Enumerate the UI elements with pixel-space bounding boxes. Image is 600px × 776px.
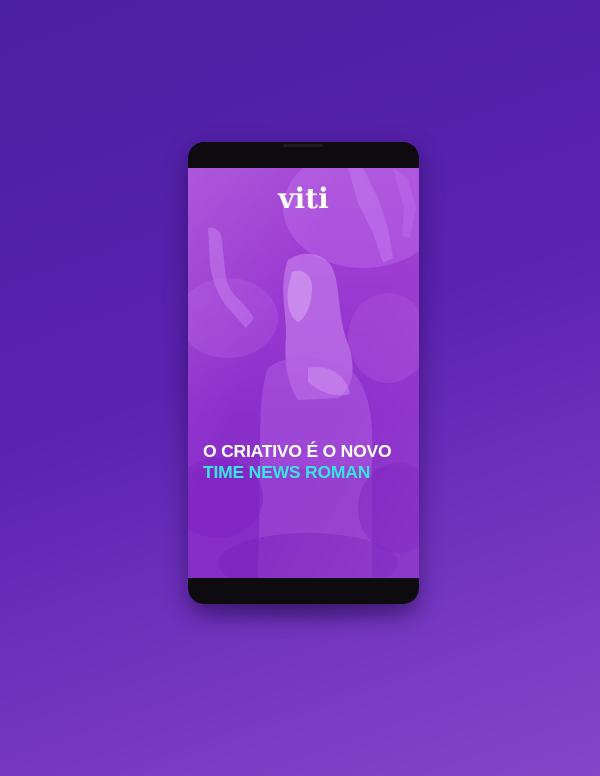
phone-speaker [283,144,323,147]
concert-crowd-photo [188,168,419,578]
splash-headline: O CRIATIVO É O NOVO TIME NEWS ROMAN [203,441,408,483]
phone-mockup: viti O CRIATIVO É O NOVO TIME NEWS ROMAN [188,142,419,604]
headline-line-2: TIME NEWS ROMAN [203,462,371,482]
app-splash-screen: viti O CRIATIVO É O NOVO TIME NEWS ROMAN [188,168,419,578]
viti-logo: viti [278,182,329,215]
headline-line-1: O CRIATIVO É O NOVO [203,441,392,461]
